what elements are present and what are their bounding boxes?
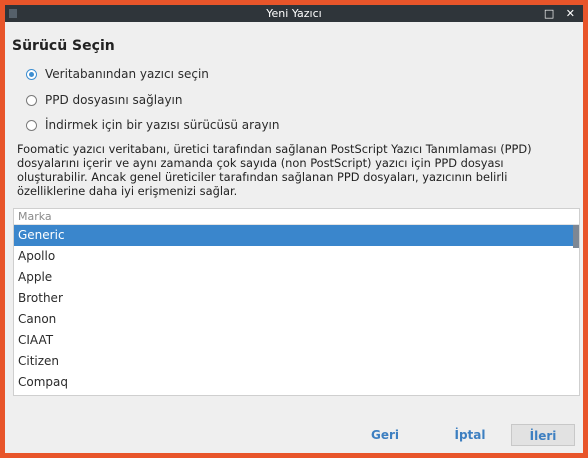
list-header: Marka	[14, 209, 579, 225]
list-item[interactable]: Generic	[14, 225, 579, 246]
option-ppd-file[interactable]: PPD dosyasını sağlayın	[26, 91, 182, 109]
option-label: PPD dosyasını sağlayın	[45, 93, 183, 107]
list-item[interactable]: Citizen	[14, 351, 579, 372]
list-item[interactable]: Brother	[14, 288, 579, 309]
option-download-driver[interactable]: İndirmek için bir yazısı sürücüsü arayın	[26, 116, 279, 134]
radio-icon[interactable]	[26, 94, 37, 106]
list-item[interactable]: Canon	[14, 309, 579, 330]
title-bar: Yeni Yazıcı □ ✕	[5, 5, 583, 22]
make-list[interactable]: Marka Generic Apollo Apple Brother Canon…	[13, 208, 580, 396]
option-label: İndirmek için bir yazısı sürücüsü arayın	[45, 118, 280, 132]
radio-icon[interactable]	[26, 119, 37, 131]
next-button[interactable]: İleri	[511, 424, 575, 446]
new-printer-dialog: Yeni Yazıcı □ ✕ Sürücü Seçin Veritabanın…	[5, 5, 583, 453]
option-database[interactable]: Veritabanından yazıcı seçin	[26, 65, 209, 83]
list-scrollbar[interactable]	[573, 225, 579, 248]
list-item[interactable]: Apple	[14, 267, 579, 288]
list-item[interactable]: Compaq	[14, 372, 579, 393]
list-item[interactable]: CIAAT	[14, 330, 579, 351]
radio-icon[interactable]	[26, 68, 37, 80]
back-button[interactable]: Geri	[360, 424, 410, 446]
cancel-button[interactable]: İptal	[442, 424, 498, 446]
list-item[interactable]: Apollo	[14, 246, 579, 267]
option-label: Veritabanından yazıcı seçin	[45, 67, 209, 81]
window-title: Yeni Yazıcı	[266, 7, 322, 20]
description-text: Foomatic yazıcı veritabanı, üretici tara…	[17, 142, 532, 198]
window-controls[interactable]: □ ✕	[544, 5, 579, 22]
app-icon	[9, 9, 17, 18]
page-title: Sürücü Seçin	[12, 38, 115, 54]
